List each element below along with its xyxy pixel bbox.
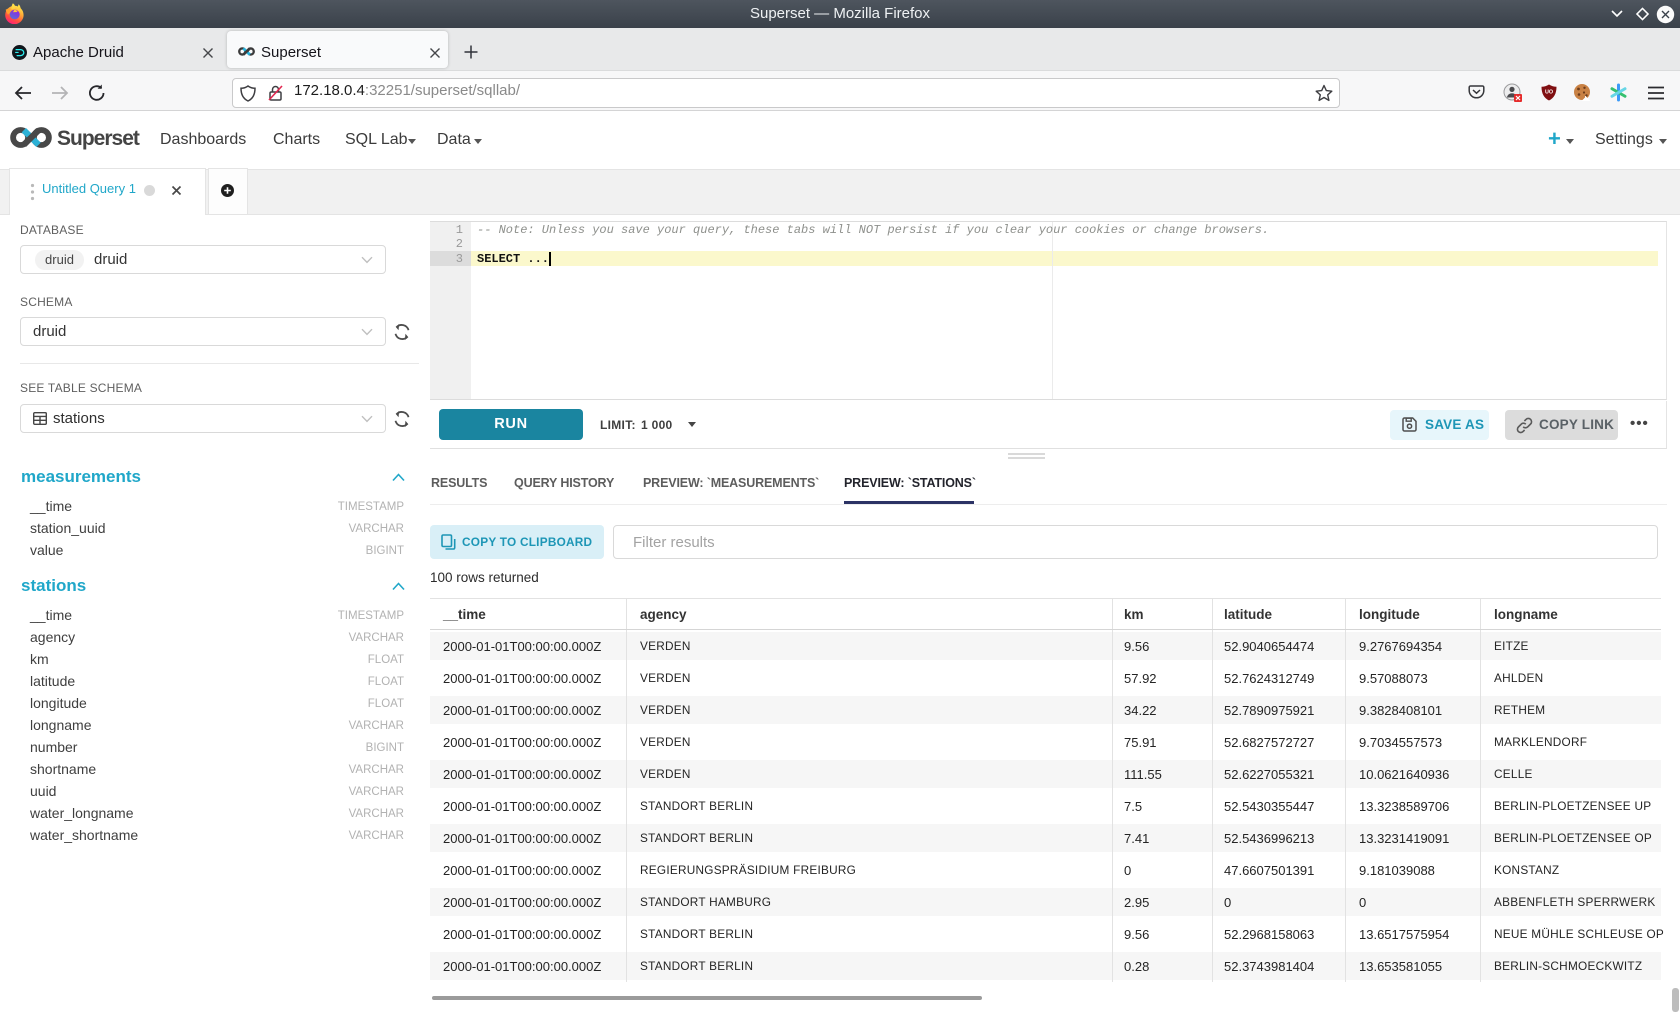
svg-text:UO: UO [1545,89,1553,95]
